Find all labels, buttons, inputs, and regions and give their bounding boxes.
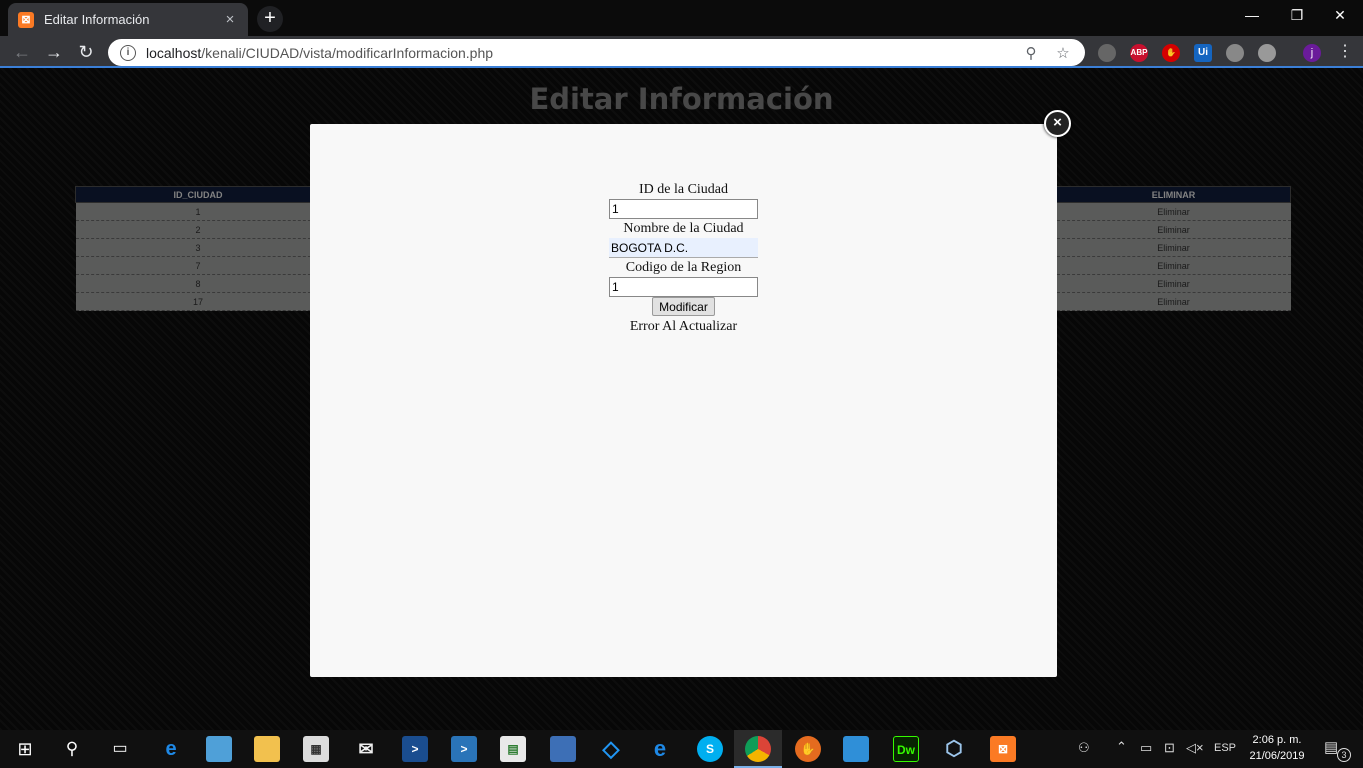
task-view-icon[interactable]: ▭: [107, 736, 133, 762]
new-tab-button[interactable]: +: [257, 6, 283, 32]
app-icon[interactable]: [843, 736, 869, 762]
adblock-plus-icon[interactable]: ABP: [1130, 44, 1148, 62]
xampp-icon[interactable]: ⊠: [990, 736, 1016, 762]
site-info-icon[interactable]: i: [120, 44, 136, 61]
xampp-favicon-icon: ⊠: [18, 11, 34, 28]
error-message: Error Al Actualizar: [629, 319, 738, 334]
language-indicator[interactable]: ESP: [1214, 742, 1236, 754]
name-label: Nombre de la Ciudad: [623, 221, 744, 236]
modal-close-icon[interactable]: ×: [1044, 110, 1071, 137]
extension-icon[interactable]: [1098, 44, 1116, 62]
id-label: ID de la Ciudad: [638, 182, 729, 197]
network-app-icon[interactable]: [550, 736, 576, 762]
app-icon[interactable]: ✋: [795, 736, 821, 762]
search-icon[interactable]: ⚲: [59, 736, 85, 762]
extension-icon[interactable]: [1258, 44, 1276, 62]
people-icon[interactable]: ⚇: [1078, 740, 1090, 756]
tab-title: Editar Información: [44, 12, 150, 27]
browser-tab-strip: ⊠ Editar Información × + — ❐ ✕: [0, 0, 1363, 36]
store-icon[interactable]: ▦: [303, 736, 329, 762]
app-icon[interactable]: [206, 736, 232, 762]
minimize-button[interactable]: —: [1229, 0, 1275, 32]
reload-icon[interactable]: ↻: [74, 40, 98, 64]
chrome-icon[interactable]: [745, 736, 771, 762]
powershell-ise-icon[interactable]: >: [451, 736, 477, 762]
profile-avatar[interactable]: j: [1303, 44, 1321, 62]
browser-toolbar: ← → ↻ i localhost/kenali/CIUDAD/vista/mo…: [0, 36, 1363, 68]
window-close-button[interactable]: ✕: [1317, 0, 1363, 32]
browser-tab[interactable]: ⊠ Editar Información ×: [8, 3, 248, 36]
sheet-app-icon[interactable]: ▤: [500, 736, 526, 762]
tab-close-icon[interactable]: ×: [222, 11, 238, 28]
file-explorer-icon[interactable]: [254, 736, 280, 762]
internet-explorer-icon[interactable]: e: [647, 736, 673, 762]
skype-icon[interactable]: S: [697, 736, 723, 762]
menu-kebab-icon[interactable]: ⋮: [1333, 40, 1357, 64]
windows-start-icon[interactable]: ⊞: [12, 736, 38, 762]
region-label: Codigo de la Region: [625, 260, 742, 275]
address-bar[interactable]: i localhost/kenali/CIUDAD/vista/modifica…: [108, 39, 1085, 66]
city-id-input[interactable]: [609, 199, 758, 219]
virtualbox-icon[interactable]: ⬡: [941, 736, 967, 762]
clock-time: 2:06 p. m.: [1252, 734, 1302, 746]
zoom-icon[interactable]: ⚲: [1021, 44, 1041, 62]
vscode-icon[interactable]: ◇: [598, 736, 624, 762]
region-code-input[interactable]: [609, 277, 758, 297]
volume-muted-icon[interactable]: ◁×: [1186, 740, 1204, 756]
back-arrow-icon[interactable]: ←: [10, 40, 34, 64]
forward-arrow-icon[interactable]: →: [42, 40, 66, 64]
extension-icon[interactable]: [1226, 44, 1244, 62]
battery-icon[interactable]: ▭: [1140, 740, 1152, 756]
uipath-extension-icon[interactable]: Ui: [1194, 44, 1212, 62]
clock-date: 21/06/2019: [1249, 750, 1305, 762]
hand-extension-icon[interactable]: ✋: [1162, 44, 1180, 62]
powershell-icon[interactable]: >: [402, 736, 428, 762]
edit-modal: ID de la Ciudad Nombre de la Ciudad Codi…: [310, 124, 1057, 677]
dreamweaver-icon[interactable]: Dw: [893, 736, 919, 762]
tray-chevron-up-icon[interactable]: ⌃: [1116, 739, 1127, 755]
restore-button[interactable]: ❐: [1274, 0, 1320, 32]
bookmark-star-icon[interactable]: ☆: [1053, 44, 1073, 62]
clock[interactable]: 2:06 p. m. 21/06/2019: [1242, 732, 1312, 764]
url-host: localhost: [146, 44, 202, 61]
edit-city-form: ID de la Ciudad Nombre de la Ciudad Codi…: [310, 180, 1057, 336]
mail-icon[interactable]: ✉: [353, 736, 379, 762]
edge-icon[interactable]: e: [158, 736, 184, 762]
notification-count-badge: 3: [1337, 748, 1351, 762]
network-icon[interactable]: ⊡: [1164, 740, 1175, 756]
windows-taskbar: ⊞ ⚲ ▭ e ▦ ✉ > > ▤ ◇ e S ✋ Dw ⬡ ⊠ ⚇ ⌃ ▭ ⊡…: [0, 730, 1363, 768]
url-path: /kenali/CIUDAD/vista/modificarInformacio…: [201, 44, 494, 61]
url-text: localhost/kenali/CIUDAD/vista/modificarI…: [146, 45, 1009, 61]
city-name-input[interactable]: [609, 238, 758, 258]
modify-button[interactable]: Modificar: [652, 297, 715, 316]
